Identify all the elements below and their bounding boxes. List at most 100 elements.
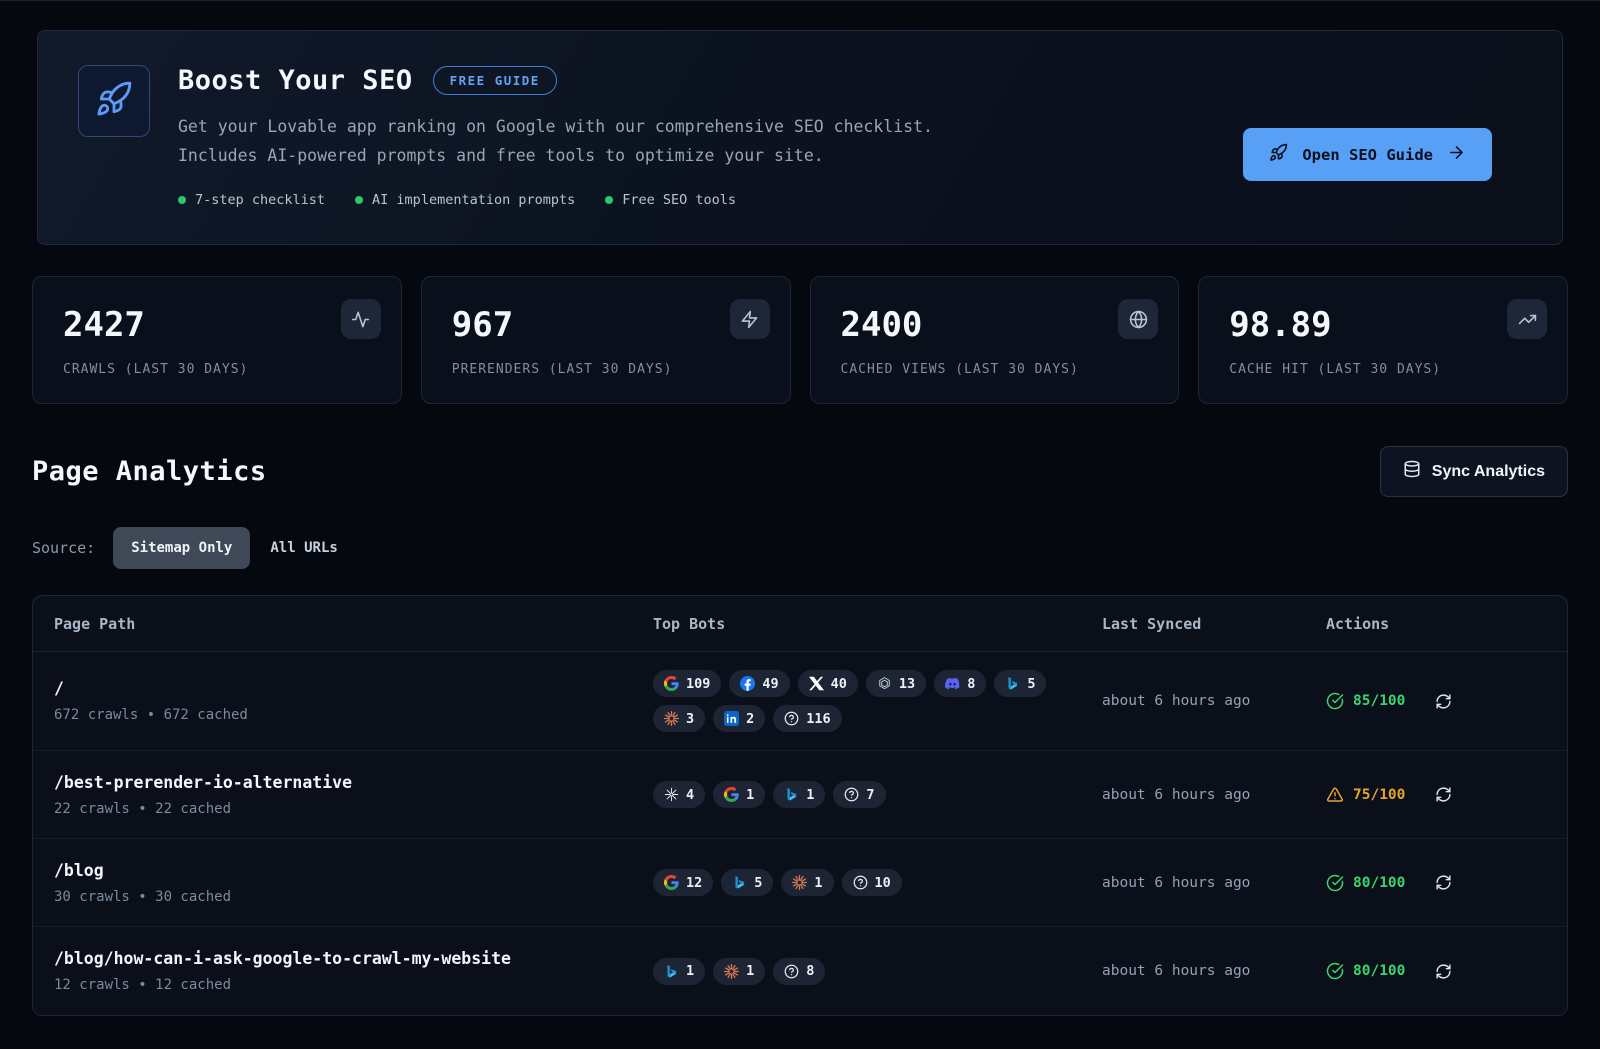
- bot-badge: 8: [934, 670, 986, 697]
- claude-icon: [664, 711, 679, 726]
- stat-label: CACHED VIEWS (LAST 30 DAYS): [841, 362, 1149, 377]
- bot-badge: 3: [653, 705, 705, 732]
- top-bots-cell: 109 49 40 13 85 3 2 116: [632, 670, 1081, 732]
- page-path: /blog: [54, 861, 632, 880]
- stat-value: 2400: [841, 305, 1149, 345]
- refresh-button[interactable]: [1435, 786, 1452, 803]
- bot-count: 3: [686, 711, 694, 727]
- stat-value: 2427: [63, 305, 371, 345]
- source-option-sitemap-only[interactable]: Sitemap Only: [113, 527, 250, 569]
- column-header-page-path: Page Path: [33, 615, 632, 633]
- bot-count: 7: [866, 787, 874, 803]
- stat-label: PRERENDERS (LAST 30 DAYS): [452, 362, 760, 377]
- google-icon: [724, 787, 739, 802]
- stat-value: 967: [452, 305, 760, 345]
- bot-count: 116: [806, 711, 830, 727]
- openai-icon: [877, 676, 892, 691]
- column-header-top-bots: Top Bots: [632, 615, 1081, 633]
- top-bots-cell: 12 5 1 10: [632, 869, 1081, 896]
- last-synced: about 6 hours ago: [1081, 963, 1305, 979]
- rocket-icon: [95, 80, 133, 122]
- bot-count: 1: [686, 963, 694, 979]
- seo-score: 85/100: [1326, 692, 1405, 710]
- page-path: /blog/how-can-i-ask-google-to-crawl-my-w…: [54, 949, 632, 968]
- table-header-row: Page Path Top Bots Last Synced Actions: [33, 596, 1567, 652]
- refresh-icon: [1435, 874, 1452, 891]
- page-path-cell: /blog 30 crawls • 30 cached: [33, 861, 632, 905]
- open-seo-guide-button[interactable]: Open SEO Guide: [1243, 128, 1492, 181]
- green-dot-icon: [178, 196, 186, 204]
- linkedin-icon: [724, 711, 739, 726]
- bot-count: 109: [686, 676, 710, 692]
- bot-badge: 1: [781, 869, 833, 896]
- banner-feature-list: 7-step checklist AI implementation promp…: [178, 192, 1522, 208]
- table-row: /blog 30 crawls • 30 cached 12 5 1 10 about 6 …: [33, 839, 1567, 927]
- zap-icon: [730, 299, 770, 339]
- column-header-last-synced: Last Synced: [1081, 615, 1305, 633]
- refresh-icon: [1435, 786, 1452, 803]
- table-row: /best-prerender-io-alternative22 crawls …: [33, 751, 1567, 839]
- bot-badge: 8: [773, 958, 825, 985]
- claude-icon: [724, 964, 739, 979]
- sync-analytics-button[interactable]: Sync Analytics: [1380, 446, 1568, 497]
- column-header-actions: Actions: [1305, 615, 1567, 633]
- stat-card: 98.89CACHE HIT (LAST 30 DAYS): [1198, 276, 1568, 404]
- refresh-button[interactable]: [1435, 874, 1452, 891]
- arrow-right-icon: [1447, 143, 1466, 166]
- bot-count: 10: [875, 875, 891, 891]
- bot-count: 1: [814, 875, 822, 891]
- crawl-stats: 12 crawls • 12 cached: [54, 977, 632, 993]
- check-circle-icon: [1326, 692, 1344, 710]
- bot-count: 1: [746, 787, 754, 803]
- x-icon: [809, 676, 824, 691]
- crawl-stats: 30 crawls • 30 cached: [54, 889, 632, 905]
- trending-up-icon: [1507, 299, 1547, 339]
- unknown-bot-icon: [844, 787, 859, 802]
- bot-count: 2: [746, 711, 754, 727]
- actions-cell: 75/100: [1305, 786, 1567, 804]
- actions-cell: 85/100: [1305, 692, 1567, 710]
- rocket-icon: [1269, 143, 1288, 166]
- page-path-cell: /blog/how-can-i-ask-google-to-crawl-my-w…: [33, 949, 632, 993]
- bot-count: 8: [806, 963, 814, 979]
- bot-badge: 12: [653, 869, 713, 896]
- feature-item: Free SEO tools: [605, 192, 736, 208]
- bot-count: 1: [746, 963, 754, 979]
- unknown-bot-icon: [784, 711, 799, 726]
- crawl-stats: 672 crawls • 672 cached: [54, 707, 632, 723]
- table-row: /672 crawls • 672 cached1094940138532116…: [33, 652, 1567, 751]
- crawl-stats: 22 crawls • 22 cached: [54, 801, 632, 817]
- last-synced: about 6 hours ago: [1081, 875, 1305, 891]
- refresh-icon: [1435, 693, 1452, 710]
- bot-badge: 5: [994, 670, 1046, 697]
- rocket-icon-box: [78, 65, 150, 137]
- source-label: Source:: [32, 539, 95, 557]
- bing-icon: [664, 964, 679, 979]
- google-icon: [664, 875, 679, 890]
- seo-guide-banner: Boost Your SEO FREE GUIDE Get your Lovab…: [37, 30, 1563, 245]
- bot-badge: 2: [713, 705, 765, 732]
- source-option-all-urls[interactable]: All URLs: [268, 527, 339, 569]
- activity-icon: [341, 299, 381, 339]
- bing-icon: [784, 787, 799, 802]
- stat-label: CRAWLS (LAST 30 DAYS): [63, 362, 371, 377]
- bot-count: 49: [762, 676, 778, 692]
- unknown-bot-icon: [784, 964, 799, 979]
- ai-star-icon: [664, 787, 679, 802]
- bot-count: 13: [899, 676, 915, 692]
- bot-badge: 40: [798, 670, 858, 697]
- refresh-button[interactable]: [1435, 693, 1452, 710]
- bot-badge: 1: [713, 781, 765, 808]
- stat-card: 2427 CRAWLS (LAST 30 DAYS): [32, 276, 402, 404]
- actions-cell: 80/100: [1305, 962, 1567, 980]
- bot-badge: 5: [721, 869, 773, 896]
- bot-badge: 1: [653, 958, 705, 985]
- refresh-button[interactable]: [1435, 963, 1452, 980]
- bot-badge: 7: [833, 781, 885, 808]
- bot-count: 12: [686, 875, 702, 891]
- table-row: /blog/how-can-i-ask-google-to-crawl-my-w…: [33, 927, 1567, 1015]
- bot-badge: 10: [842, 869, 902, 896]
- feature-item: 7-step checklist: [178, 192, 325, 208]
- feature-item: AI implementation prompts: [355, 192, 575, 208]
- stat-value: 98.89: [1229, 305, 1537, 345]
